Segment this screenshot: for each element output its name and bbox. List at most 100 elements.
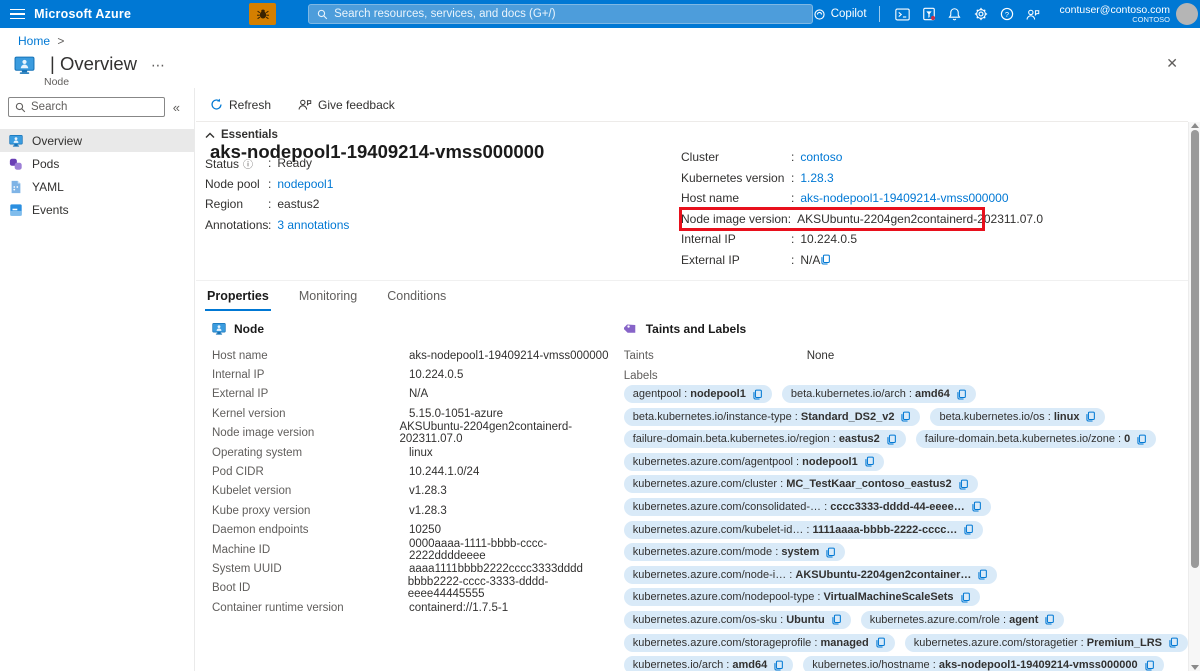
copy-icon[interactable] bbox=[958, 479, 969, 490]
sidebar-item-label: Pods bbox=[32, 157, 59, 171]
yaml-icon bbox=[9, 180, 23, 194]
label-pill: beta.kubernetes.io/arch : amd64 bbox=[782, 385, 976, 403]
property-row: Pod CIDR10.244.1.0/24 bbox=[212, 462, 624, 481]
property-row: Kube proxy versionv1.28.3 bbox=[212, 501, 624, 520]
essentials-value[interactable]: nodepool1 bbox=[277, 177, 333, 191]
essentials-value[interactable]: 3 annotations bbox=[277, 218, 349, 232]
breadcrumb-home-link[interactable]: Home bbox=[18, 34, 50, 48]
copilot-icon bbox=[813, 8, 826, 21]
global-search-input[interactable] bbox=[334, 8, 804, 20]
copilot-button[interactable]: Copilot bbox=[813, 8, 867, 21]
copy-icon[interactable] bbox=[963, 524, 974, 535]
copy-icon[interactable] bbox=[1144, 660, 1155, 671]
property-row: Host nameaks-nodepool1-19409214-vmss0000… bbox=[212, 346, 624, 365]
sidebar-item-overview[interactable]: Overview bbox=[0, 129, 194, 152]
copy-icon[interactable] bbox=[977, 569, 988, 580]
sidebar-collapse-button[interactable]: « bbox=[165, 100, 188, 115]
copy-icon[interactable] bbox=[773, 660, 784, 671]
more-actions-icon[interactable]: ⋯ bbox=[151, 57, 165, 73]
tab-monitoring[interactable]: Monitoring bbox=[297, 281, 359, 311]
avatar[interactable] bbox=[1176, 3, 1198, 25]
property-label: System UUID bbox=[212, 563, 409, 575]
property-value: 10250 bbox=[409, 524, 441, 536]
info-icon[interactable]: ⓘ bbox=[243, 160, 253, 171]
label-pill-row: beta.kubernetes.io/instance-type : Stand… bbox=[624, 408, 1188, 426]
label-pill: kubernetes.io/hostname : aks-nodepool1-1… bbox=[803, 656, 1163, 671]
cloud-shell-icon bbox=[895, 8, 910, 21]
label-pill: kubernetes.azure.com/kubelet-id… : 1111a… bbox=[624, 521, 984, 539]
property-row: Kubelet versionv1.28.3 bbox=[212, 482, 624, 501]
label-pill-row: kubernetes.azure.com/node-i… : AKSUbuntu… bbox=[624, 566, 1188, 584]
scroll-up-arrow[interactable] bbox=[1191, 123, 1199, 128]
directory-filter-button[interactable] bbox=[916, 0, 942, 28]
copy-icon[interactable] bbox=[752, 389, 763, 400]
copy-icon[interactable] bbox=[825, 547, 836, 558]
essentials-value[interactable]: 1.28.3 bbox=[800, 171, 833, 185]
account-menu[interactable]: contuser@contoso.com CONTOSO bbox=[1060, 4, 1170, 25]
property-row: Internal IP10.224.0.5 bbox=[212, 365, 624, 384]
property-value: 10.224.0.5 bbox=[409, 369, 463, 381]
copy-icon[interactable] bbox=[971, 501, 982, 512]
property-label: Node image version bbox=[212, 427, 399, 439]
label-pill: kubernetes.azure.com/mode : system bbox=[624, 543, 846, 561]
vertical-scrollbar[interactable] bbox=[1188, 122, 1200, 671]
sidebar-item-events[interactable]: Events bbox=[0, 198, 194, 221]
copy-icon[interactable] bbox=[956, 389, 967, 400]
tab-properties[interactable]: Properties bbox=[205, 281, 271, 311]
essentials-toggle[interactable]: Essentials bbox=[196, 122, 1188, 147]
copy-icon[interactable] bbox=[864, 456, 875, 467]
sidebar: « Overview Pods YAMLEvents bbox=[0, 88, 195, 671]
tab-conditions[interactable]: Conditions bbox=[385, 281, 448, 311]
copy-icon[interactable] bbox=[1168, 637, 1179, 648]
search-icon bbox=[15, 102, 26, 113]
refresh-label: Refresh bbox=[229, 98, 271, 112]
cloud-shell-button[interactable] bbox=[890, 0, 916, 28]
feedback-button[interactable] bbox=[1020, 0, 1046, 28]
sidebar-item-yaml[interactable]: YAML bbox=[0, 175, 194, 198]
essentials-row: Cluster:contoso bbox=[681, 147, 1009, 168]
copy-icon[interactable] bbox=[900, 411, 911, 422]
scrollbar-thumb[interactable] bbox=[1191, 130, 1199, 568]
debug-button[interactable] bbox=[249, 3, 276, 25]
essentials-row: Region:eastus2 bbox=[205, 194, 681, 215]
scroll-down-arrow[interactable] bbox=[1191, 665, 1199, 670]
give-feedback-button[interactable]: Give feedback bbox=[297, 98, 395, 112]
copy-icon[interactable] bbox=[1044, 614, 1055, 625]
property-row: Container runtime versioncontainerd://1.… bbox=[212, 598, 624, 617]
essentials-label: Host name bbox=[681, 191, 791, 205]
hamburger-menu-icon[interactable] bbox=[0, 9, 34, 20]
copy-icon[interactable] bbox=[831, 614, 842, 625]
label-pill: kubernetes.azure.com/agentpool : nodepoo… bbox=[624, 453, 884, 471]
settings-button[interactable] bbox=[968, 0, 994, 28]
copy-icon[interactable] bbox=[1136, 434, 1147, 445]
copy-icon[interactable] bbox=[1085, 411, 1096, 422]
bug-icon bbox=[256, 7, 270, 21]
essentials-value[interactable]: aks-nodepool1-19409214-vmss000000 bbox=[800, 191, 1008, 205]
sidebar-search[interactable] bbox=[8, 97, 165, 117]
copy-icon[interactable] bbox=[875, 637, 886, 648]
sidebar-item-pods[interactable]: Pods bbox=[0, 152, 194, 175]
property-row: Node image versionAKSUbuntu-2204gen2cont… bbox=[212, 424, 624, 443]
essentials-value[interactable]: contoso bbox=[800, 150, 842, 164]
label-pill-row: kubernetes.io/arch : amd64kubernetes.io/… bbox=[624, 656, 1188, 671]
copy-icon[interactable] bbox=[820, 254, 831, 265]
property-value: aks-nodepool1-19409214-vmss000000 bbox=[409, 350, 608, 362]
essentials: Statusⓘ:ReadyNode pool:nodepool1Region:e… bbox=[196, 147, 1188, 270]
account-tenant: CONTOSO bbox=[1060, 16, 1170, 25]
node-section-title: Node bbox=[234, 322, 264, 336]
taints-value: None bbox=[807, 350, 835, 362]
copy-icon[interactable] bbox=[886, 434, 897, 445]
essentials-row: External IP:N/A bbox=[681, 250, 1009, 271]
chevron-up-icon bbox=[205, 132, 215, 139]
label-pill: failure-domain.beta.kubernetes.io/region… bbox=[624, 430, 906, 448]
help-button[interactable]: ? bbox=[994, 0, 1020, 28]
close-icon[interactable]: ✕ bbox=[1166, 55, 1178, 72]
directory-filter-icon bbox=[922, 7, 936, 21]
brand-title[interactable]: Microsoft Azure bbox=[34, 7, 131, 21]
refresh-button[interactable]: Refresh bbox=[210, 98, 271, 112]
essentials-value: 10.224.0.5 bbox=[800, 232, 857, 246]
global-search[interactable] bbox=[308, 4, 813, 24]
copy-icon[interactable] bbox=[960, 592, 971, 603]
sidebar-search-input[interactable] bbox=[31, 101, 158, 113]
notifications-button[interactable] bbox=[942, 0, 968, 28]
